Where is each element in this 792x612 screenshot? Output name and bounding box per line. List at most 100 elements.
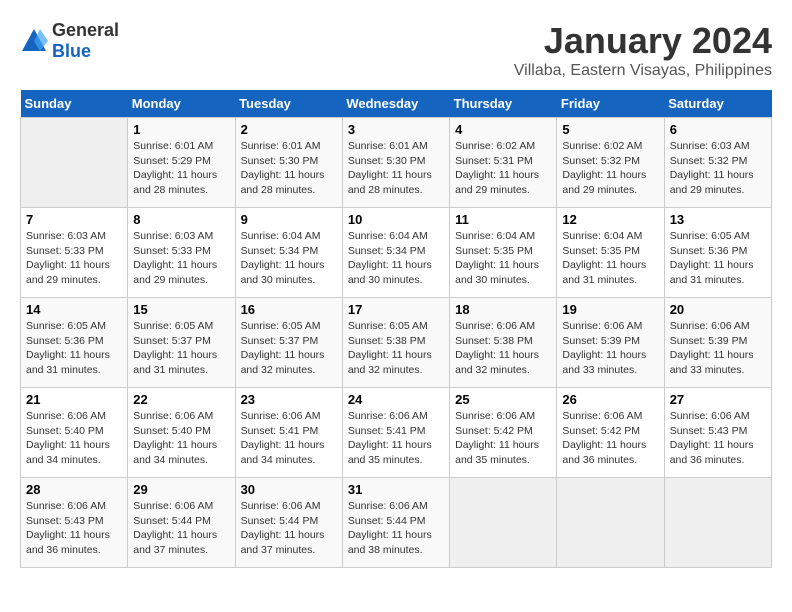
calendar-day-cell: [664, 478, 771, 568]
day-number: 20: [670, 302, 766, 317]
logo-icon: [20, 27, 48, 55]
day-number: 1: [133, 122, 229, 137]
day-detail: Sunrise: 6:03 AMSunset: 5:32 PMDaylight:…: [670, 139, 766, 198]
day-number: 22: [133, 392, 229, 407]
day-of-week-header: Monday: [128, 90, 235, 118]
calendar-day-cell: 20 Sunrise: 6:06 AMSunset: 5:39 PMDayligh…: [664, 298, 771, 388]
day-detail: Sunrise: 6:02 AMSunset: 5:32 PMDaylight:…: [562, 139, 658, 198]
title-section: January 2024 Villaba, Eastern Visayas, P…: [514, 20, 772, 80]
day-number: 19: [562, 302, 658, 317]
day-detail: Sunrise: 6:06 AMSunset: 5:39 PMDaylight:…: [670, 319, 766, 378]
calendar-day-cell: 22Sunrise: 6:06 AMSunset: 5:40 PMDayligh…: [128, 388, 235, 478]
day-detail: Sunrise: 6:06 AMSunset: 5:42 PMDaylight:…: [562, 409, 658, 468]
day-number: 2: [241, 122, 337, 137]
month-title: January 2024: [514, 20, 772, 62]
calendar-day-cell: 18Sunrise: 6:06 AMSunset: 5:38 PMDayligh…: [450, 298, 557, 388]
calendar-day-cell: 2 Sunrise: 6:01 AMSunset: 5:30 PMDaylight…: [235, 118, 342, 208]
calendar-day-cell: 12Sunrise: 6:04 AMSunset: 5:35 PMDayligh…: [557, 208, 664, 298]
day-detail: Sunrise: 6:06 AMSunset: 5:44 PMDaylight:…: [241, 499, 337, 558]
day-detail: Sunrise: 6:01 AMSunset: 5:30 PMDaylight:…: [348, 139, 444, 198]
day-detail: Sunrise: 6:06 AMSunset: 5:44 PMDaylight:…: [133, 499, 229, 558]
day-number: 8: [133, 212, 229, 227]
calendar-day-cell: 30 Sunrise: 6:06 AMSunset: 5:44 PMDayligh…: [235, 478, 342, 568]
day-detail: Sunrise: 6:05 AMSunset: 5:36 PMDaylight:…: [26, 319, 122, 378]
page-header: General Blue January 2024 Villaba, Easte…: [20, 20, 772, 80]
calendar-day-cell: 24 Sunrise: 6:06 AMSunset: 5:41 PMDayligh…: [342, 388, 449, 478]
calendar-header-row: SundayMondayTuesdayWednesdayThursdayFrid…: [21, 90, 772, 118]
calendar-day-cell: [450, 478, 557, 568]
day-number: 31: [348, 482, 444, 497]
day-detail: Sunrise: 6:06 AMSunset: 5:43 PMDaylight:…: [26, 499, 122, 558]
calendar-day-cell: 5 Sunrise: 6:02 AMSunset: 5:32 PMDaylight…: [557, 118, 664, 208]
day-number: 11: [455, 212, 551, 227]
day-detail: Sunrise: 6:06 AMSunset: 5:38 PMDaylight:…: [455, 319, 551, 378]
calendar-day-cell: 13Sunrise: 6:05 AMSunset: 5:36 PMDayligh…: [664, 208, 771, 298]
day-number: 25: [455, 392, 551, 407]
calendar-day-cell: 3 Sunrise: 6:01 AMSunset: 5:30 PMDaylight…: [342, 118, 449, 208]
day-detail: Sunrise: 6:04 AMSunset: 5:34 PMDaylight:…: [348, 229, 444, 288]
day-detail: Sunrise: 6:05 AMSunset: 5:37 PMDaylight:…: [241, 319, 337, 378]
day-of-week-header: Sunday: [21, 90, 128, 118]
day-number: 29: [133, 482, 229, 497]
calendar-day-cell: 29 Sunrise: 6:06 AMSunset: 5:44 PMDayligh…: [128, 478, 235, 568]
day-number: 28: [26, 482, 122, 497]
day-detail: Sunrise: 6:01 AMSunset: 5:29 PMDaylight:…: [133, 139, 229, 198]
calendar-day-cell: 17 Sunrise: 6:05 AMSunset: 5:38 PMDayligh…: [342, 298, 449, 388]
day-detail: Sunrise: 6:05 AMSunset: 5:38 PMDaylight:…: [348, 319, 444, 378]
day-of-week-header: Wednesday: [342, 90, 449, 118]
calendar-day-cell: 15Sunrise: 6:05 AMSunset: 5:37 PMDayligh…: [128, 298, 235, 388]
day-number: 12: [562, 212, 658, 227]
day-number: 14: [26, 302, 122, 317]
calendar-day-cell: 25Sunrise: 6:06 AMSunset: 5:42 PMDayligh…: [450, 388, 557, 478]
calendar-day-cell: 7 Sunrise: 6:03 AMSunset: 5:33 PMDaylight…: [21, 208, 128, 298]
day-detail: Sunrise: 6:06 AMSunset: 5:40 PMDaylight:…: [26, 409, 122, 468]
calendar-day-cell: 9 Sunrise: 6:04 AMSunset: 5:34 PMDaylight…: [235, 208, 342, 298]
calendar-week-row: 14 Sunrise: 6:05 AMSunset: 5:36 PMDayligh…: [21, 298, 772, 388]
day-number: 10: [348, 212, 444, 227]
day-number: 5: [562, 122, 658, 137]
day-number: 3: [348, 122, 444, 137]
calendar-day-cell: 8 Sunrise: 6:03 AMSunset: 5:33 PMDaylight…: [128, 208, 235, 298]
calendar-day-cell: 4Sunrise: 6:02 AMSunset: 5:31 PMDaylight…: [450, 118, 557, 208]
day-of-week-header: Tuesday: [235, 90, 342, 118]
day-detail: Sunrise: 6:01 AMSunset: 5:30 PMDaylight:…: [241, 139, 337, 198]
day-of-week-header: Saturday: [664, 90, 771, 118]
day-number: 26: [562, 392, 658, 407]
logo-general-text: General: [52, 20, 119, 40]
day-detail: Sunrise: 6:06 AMSunset: 5:43 PMDaylight:…: [670, 409, 766, 468]
day-number: 7: [26, 212, 122, 227]
calendar-day-cell: 14 Sunrise: 6:05 AMSunset: 5:36 PMDayligh…: [21, 298, 128, 388]
day-number: 24: [348, 392, 444, 407]
calendar-day-cell: 23 Sunrise: 6:06 AMSunset: 5:41 PMDayligh…: [235, 388, 342, 478]
calendar-week-row: 7 Sunrise: 6:03 AMSunset: 5:33 PMDaylight…: [21, 208, 772, 298]
location-title: Villaba, Eastern Visayas, Philippines: [514, 62, 772, 80]
day-number: 30: [241, 482, 337, 497]
day-number: 9: [241, 212, 337, 227]
day-number: 27: [670, 392, 766, 407]
day-detail: Sunrise: 6:06 AMSunset: 5:41 PMDaylight:…: [241, 409, 337, 468]
day-detail: Sunrise: 6:03 AMSunset: 5:33 PMDaylight:…: [26, 229, 122, 288]
logo: General Blue: [20, 20, 119, 62]
day-detail: Sunrise: 6:04 AMSunset: 5:35 PMDaylight:…: [455, 229, 551, 288]
calendar-day-cell: 10 Sunrise: 6:04 AMSunset: 5:34 PMDayligh…: [342, 208, 449, 298]
day-detail: Sunrise: 6:05 AMSunset: 5:36 PMDaylight:…: [670, 229, 766, 288]
calendar-day-cell: [557, 478, 664, 568]
day-of-week-header: Thursday: [450, 90, 557, 118]
calendar-day-cell: 16 Sunrise: 6:05 AMSunset: 5:37 PMDayligh…: [235, 298, 342, 388]
day-detail: Sunrise: 6:02 AMSunset: 5:31 PMDaylight:…: [455, 139, 551, 198]
day-number: 21: [26, 392, 122, 407]
day-detail: Sunrise: 6:03 AMSunset: 5:33 PMDaylight:…: [133, 229, 229, 288]
calendar-day-cell: 19Sunrise: 6:06 AMSunset: 5:39 PMDayligh…: [557, 298, 664, 388]
calendar-day-cell: 28 Sunrise: 6:06 AMSunset: 5:43 PMDayligh…: [21, 478, 128, 568]
calendar-day-cell: 21 Sunrise: 6:06 AMSunset: 5:40 PMDayligh…: [21, 388, 128, 478]
day-detail: Sunrise: 6:06 AMSunset: 5:41 PMDaylight:…: [348, 409, 444, 468]
day-detail: Sunrise: 6:04 AMSunset: 5:34 PMDaylight:…: [241, 229, 337, 288]
day-number: 15: [133, 302, 229, 317]
day-number: 23: [241, 392, 337, 407]
logo-blue-text: Blue: [52, 41, 91, 61]
calendar-day-cell: 6Sunrise: 6:03 AMSunset: 5:32 PMDaylight…: [664, 118, 771, 208]
day-detail: Sunrise: 6:06 AMSunset: 5:44 PMDaylight:…: [348, 499, 444, 558]
calendar-week-row: 21 Sunrise: 6:06 AMSunset: 5:40 PMDayligh…: [21, 388, 772, 478]
day-number: 17: [348, 302, 444, 317]
day-number: 16: [241, 302, 337, 317]
